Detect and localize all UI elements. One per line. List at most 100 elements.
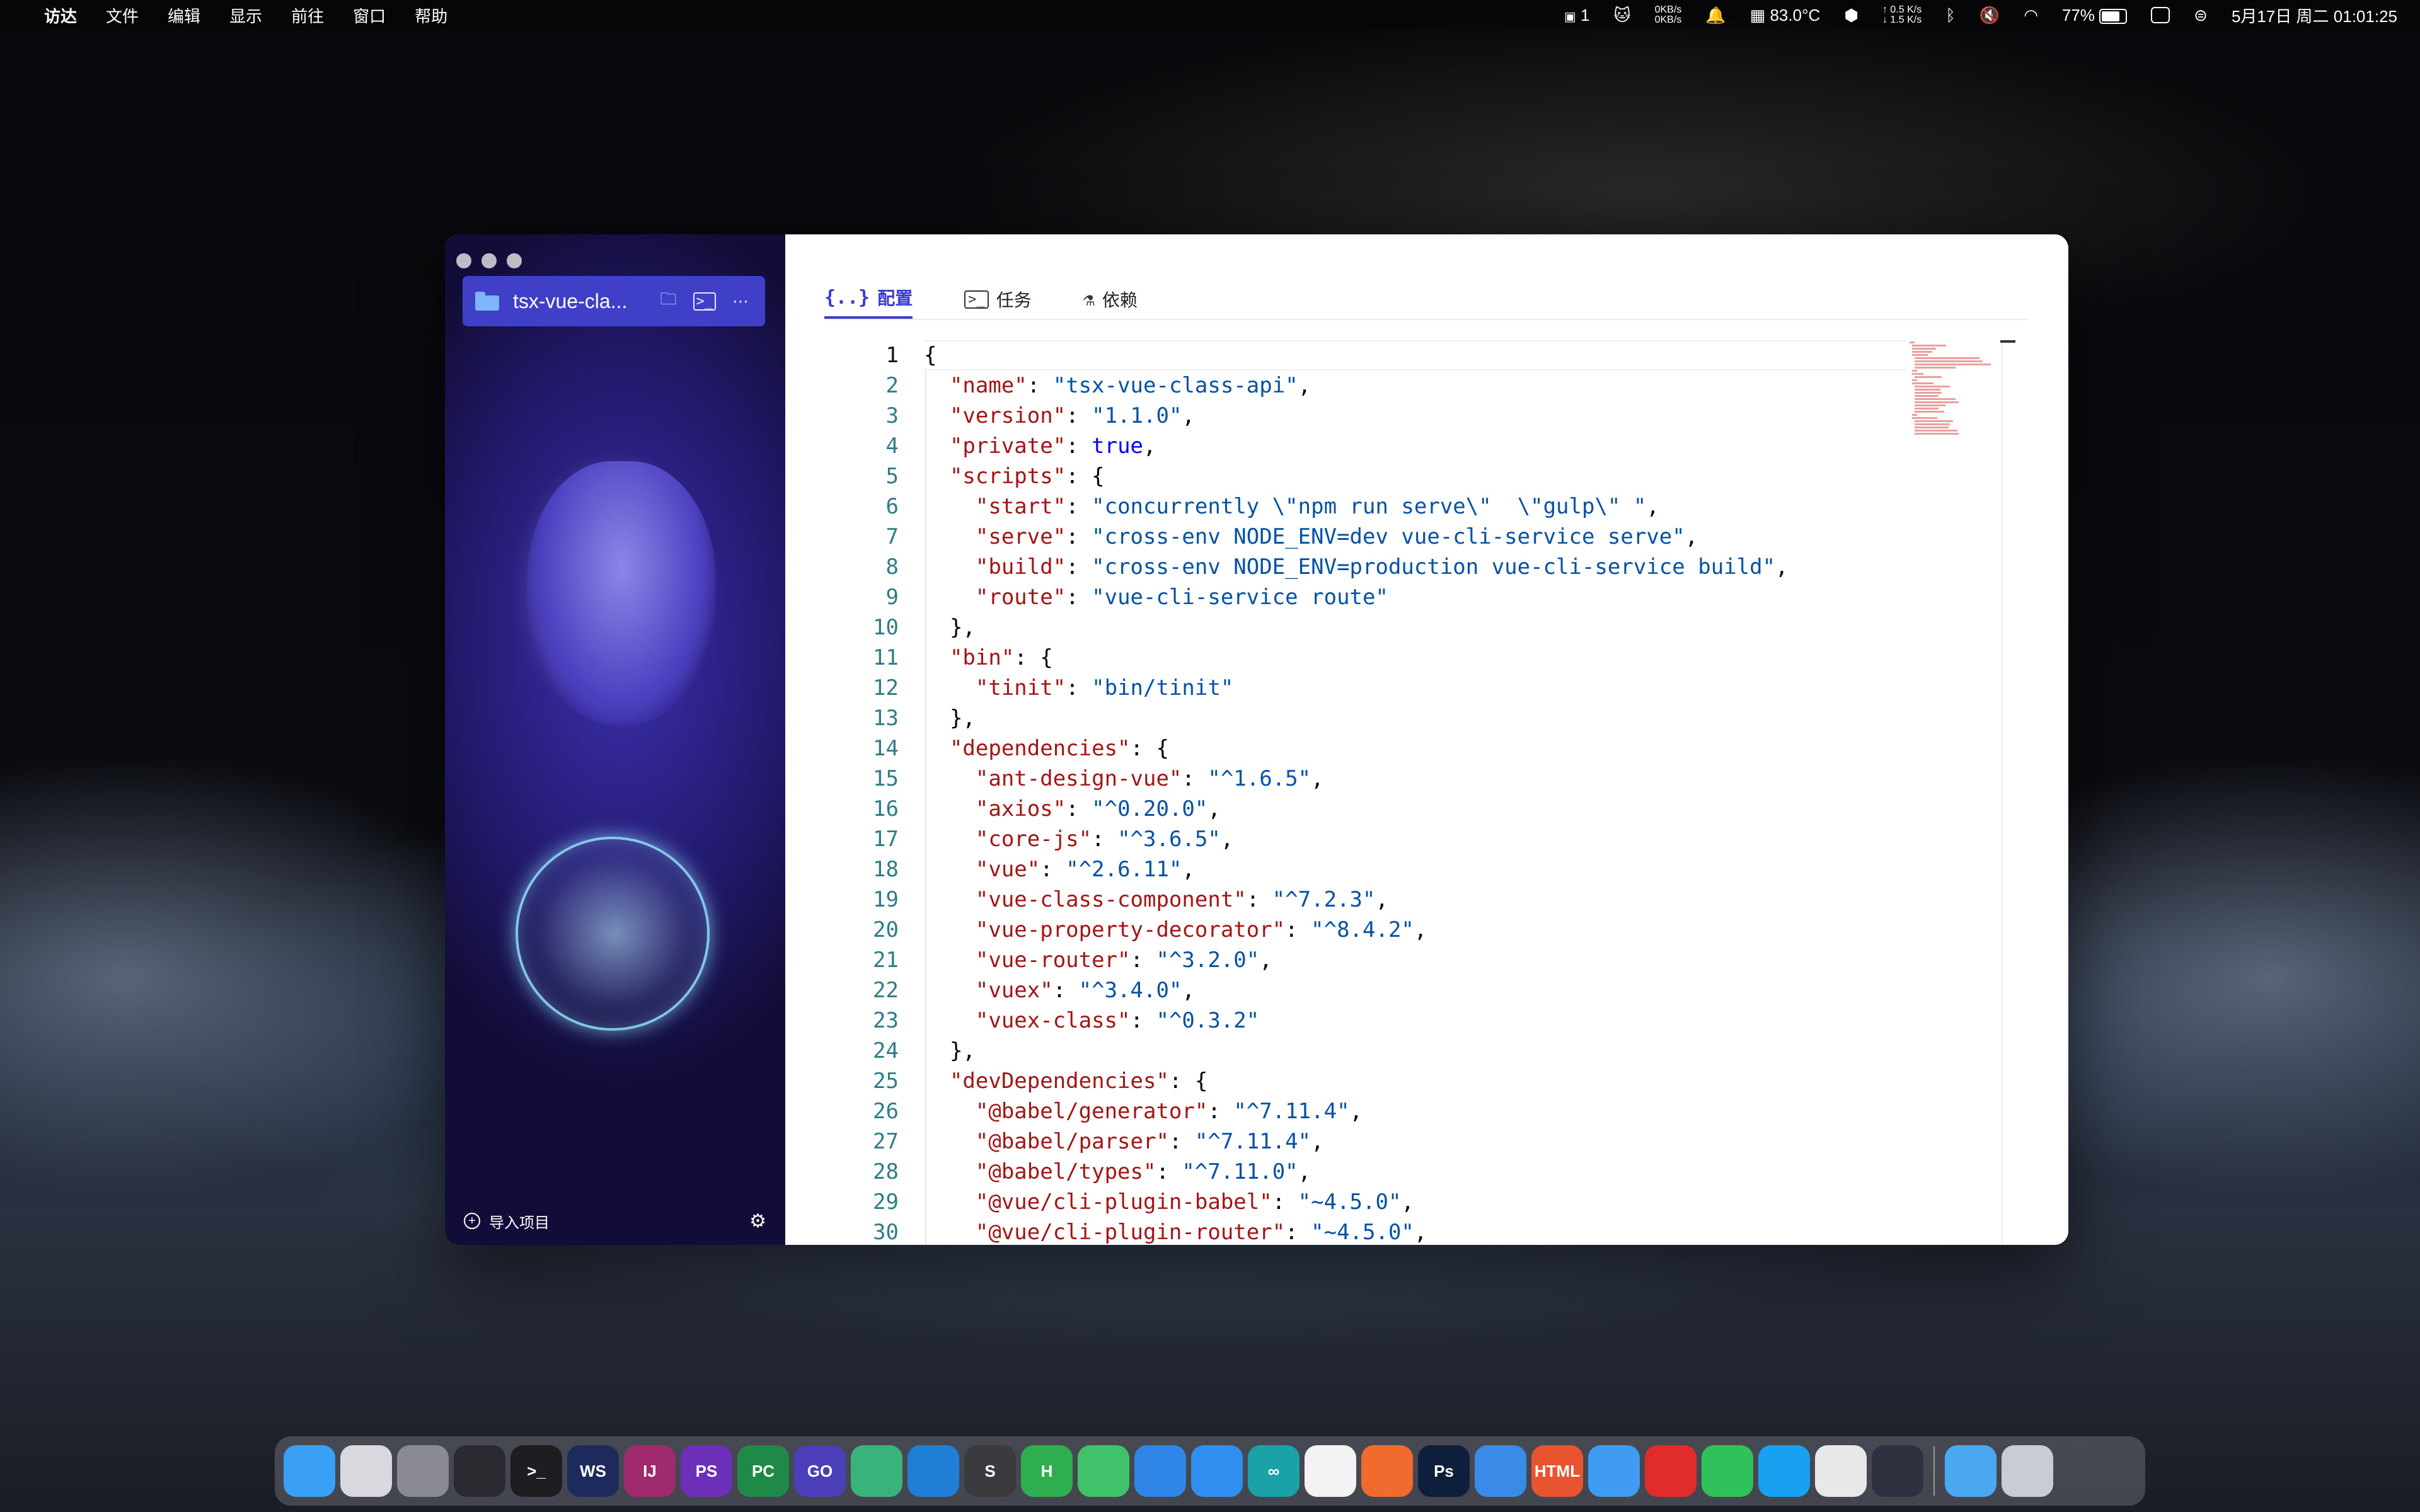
activity-monitor-icon[interactable]	[454, 1445, 505, 1497]
open-terminal-icon[interactable]: >_	[693, 292, 716, 311]
launchpad-icon[interactable]	[340, 1445, 392, 1497]
tab-config[interactable]: {..} 配置	[824, 278, 913, 319]
network-speed[interactable]: 0KB/s 0KB/s	[1655, 5, 1682, 25]
wechat-icon[interactable]	[1702, 1445, 1753, 1497]
arduino-icon[interactable]: ∞	[1248, 1445, 1299, 1497]
code-line[interactable]: "scripts": {	[924, 461, 1907, 491]
code-line[interactable]: "name": "tsx-vue-class-api",	[924, 370, 1907, 401]
layers-app-icon[interactable]	[1872, 1445, 1923, 1497]
code-line[interactable]: "vue-class-component": "^7.2.3",	[924, 885, 1907, 915]
minimize-button[interactable]	[481, 253, 497, 268]
notification-bell-icon[interactable]: 🔔	[1705, 6, 1726, 25]
cpu-temperature[interactable]: ▦ 83.0°C	[1750, 6, 1821, 25]
trash-icon[interactable]	[2002, 1445, 2053, 1497]
cat-app-icon[interactable]	[1588, 1445, 1640, 1497]
code-line[interactable]: "@vue/cli-plugin-router": "~4.5.0",	[924, 1217, 1907, 1245]
project-item[interactable]: tsx-vue-cla... 🗀 >_ ⋯	[463, 276, 765, 326]
sogou-input-icon[interactable]	[2151, 7, 2170, 23]
tab-dependencies[interactable]: ⚗ 依赖	[1083, 280, 1138, 319]
code-line[interactable]: "@babel/types": "^7.11.0",	[924, 1157, 1907, 1187]
finder-icon[interactable]	[284, 1445, 335, 1497]
code-line[interactable]: },	[924, 703, 1907, 733]
menu-finder[interactable]: 访达	[44, 4, 77, 27]
clock[interactable]: 5月17日 周二 01:01:25	[2232, 4, 2397, 27]
code-line[interactable]: "core-js": "^3.6.5",	[924, 824, 1907, 854]
code-line[interactable]: "version": "1.1.0",	[924, 401, 1907, 431]
menu-view[interactable]: 显示	[229, 4, 262, 27]
code-line[interactable]: "vue-property-decorator": "^8.4.2",	[924, 915, 1907, 945]
intellij-icon[interactable]: IJ	[624, 1445, 676, 1497]
code-line[interactable]: "devDependencies": {	[924, 1066, 1907, 1096]
vscode-icon[interactable]	[908, 1445, 959, 1497]
code-line[interactable]: "axios": "^0.20.0",	[924, 794, 1907, 824]
code-line[interactable]: "@babel/parser": "^7.11.4",	[924, 1126, 1907, 1157]
goland-icon[interactable]: GO	[794, 1445, 846, 1497]
settings-gear-icon[interactable]: ⚙	[749, 1210, 766, 1232]
mute-icon[interactable]: 🔇	[1979, 6, 2000, 25]
code-line[interactable]: "@babel/generator": "^7.11.4",	[924, 1096, 1907, 1126]
minimap[interactable]	[1910, 340, 1998, 466]
code-line[interactable]: "private": true,	[924, 431, 1907, 461]
code-line[interactable]: "ant-design-vue": "^1.6.5",	[924, 764, 1907, 794]
terminal-icon[interactable]: >_	[510, 1445, 562, 1497]
database-app-icon[interactable]	[1475, 1445, 1526, 1497]
more-options-icon[interactable]: ⋯	[732, 292, 749, 311]
bluetooth-icon[interactable]: ᛒ	[1945, 6, 1956, 25]
code-line[interactable]: "vue-router": "^3.2.0",	[924, 945, 1907, 975]
app-store-icon[interactable]	[1191, 1445, 1243, 1497]
menu-help[interactable]: 帮助	[415, 4, 447, 27]
code-content[interactable]: { "name": "tsx-vue-class-api", "version"…	[924, 340, 1907, 1245]
qq-icon[interactable]	[1758, 1445, 1810, 1497]
zoom-button[interactable]	[507, 253, 522, 268]
netease-music-icon[interactable]	[1645, 1445, 1697, 1497]
code-line[interactable]: "vuex-class": "^0.3.2"	[924, 1005, 1907, 1036]
code-line[interactable]: },	[924, 1036, 1907, 1066]
photoshop-icon[interactable]: Ps	[1418, 1445, 1470, 1497]
open-folder-icon[interactable]: 🗀	[660, 287, 676, 315]
system-preferences-icon[interactable]	[397, 1445, 449, 1497]
code-line[interactable]: "route": "vue-cli-service route"	[924, 582, 1907, 612]
pycharm-icon[interactable]: PC	[737, 1445, 789, 1497]
webstorm-icon[interactable]: WS	[567, 1445, 619, 1497]
close-button[interactable]	[456, 253, 471, 268]
code-line[interactable]: "serve": "cross-env NODE_ENV=dev vue-cli…	[924, 522, 1907, 552]
cat-status-icon[interactable]: 🐱	[1614, 6, 1631, 25]
wechat-devtools-icon[interactable]	[1078, 1445, 1129, 1497]
code-line[interactable]: "start": "concurrently \"npm run serve\"…	[924, 491, 1907, 522]
android-studio-icon[interactable]	[851, 1445, 902, 1497]
sublime-icon[interactable]: S	[964, 1445, 1016, 1497]
html-app-icon[interactable]: HTML	[1531, 1445, 1583, 1497]
vertical-scrollbar[interactable]	[2002, 340, 2003, 1245]
plus-icon[interactable]: +	[464, 1213, 480, 1229]
chrome-icon[interactable]	[1815, 1445, 1867, 1497]
hbuilder-icon[interactable]: H	[1021, 1445, 1073, 1497]
menu-file[interactable]: 文件	[106, 4, 139, 27]
control-center-icon[interactable]: ⊜	[2194, 6, 2208, 25]
code-line[interactable]: "vuex": "^3.4.0",	[924, 975, 1907, 1005]
code-line[interactable]: "bin": {	[924, 643, 1907, 673]
code-line[interactable]: "build": "cross-env NODE_ENV=production …	[924, 552, 1907, 582]
photos-icon[interactable]	[1305, 1445, 1356, 1497]
transfer-speed[interactable]: ↑ 0.5 K/s ↓ 1.5 K/s	[1882, 5, 1922, 25]
xcode-icon[interactable]	[1134, 1445, 1186, 1497]
code-editor[interactable]: 1 2 3 4 5 6 7 8 9 10 11 12 13 14 15 16 17 18 19 20 21 22 23 24 2…	[824, 340, 2028, 1245]
code-line[interactable]: {	[924, 340, 1907, 370]
menu-go[interactable]: 前往	[291, 4, 324, 27]
code-line[interactable]: "@vue/cli-plugin-babel": "~4.5.0",	[924, 1187, 1907, 1217]
phpstorm-icon[interactable]: PS	[681, 1445, 732, 1497]
battery-status[interactable]: 77%	[2062, 6, 2128, 25]
shield-status-icon[interactable]: ⬢	[1844, 6, 1858, 25]
tab-tasks[interactable]: >_ 任务	[964, 280, 1032, 319]
code-line[interactable]: "dependencies": {	[924, 733, 1907, 764]
import-project-button[interactable]: 导入项目	[489, 1210, 550, 1232]
scrollbar-thumb[interactable]	[2000, 340, 2015, 343]
code-line[interactable]: "vue": "^2.6.11",	[924, 854, 1907, 885]
status-badge[interactable]: ▣ 1	[1564, 6, 1590, 25]
menu-edit[interactable]: 编辑	[168, 4, 200, 27]
pencil-app-icon[interactable]	[1361, 1445, 1413, 1497]
downloads-folder-icon[interactable]	[1945, 1445, 1997, 1497]
wifi-icon[interactable]: ◠	[2024, 6, 2038, 25]
code-line[interactable]: },	[924, 612, 1907, 643]
menu-window[interactable]: 窗口	[353, 4, 386, 27]
code-line[interactable]: "tinit": "bin/tinit"	[924, 673, 1907, 703]
